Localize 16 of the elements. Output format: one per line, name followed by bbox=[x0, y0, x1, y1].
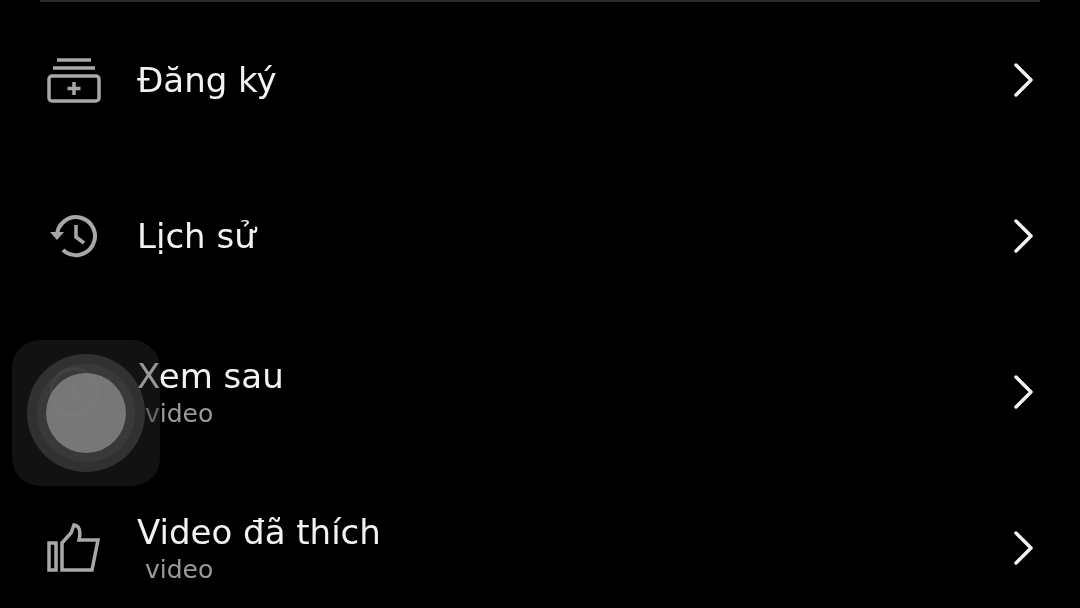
chevron-right-icon bbox=[1012, 62, 1036, 98]
chevron-right-icon bbox=[1012, 530, 1036, 566]
chevron-right-icon bbox=[1012, 218, 1036, 254]
subscriptions-icon bbox=[47, 57, 101, 103]
menu-item[interactable]: Video đã thích video bbox=[0, 470, 1080, 608]
menu-item-title: Video đã thích bbox=[137, 511, 381, 554]
menu-item-title: Đăng ký bbox=[137, 59, 277, 102]
menu-item-title: Xem sau bbox=[137, 355, 284, 398]
menu-item-subtitle: video bbox=[145, 398, 214, 430]
menu-item[interactable]: Lịch sử bbox=[0, 158, 1080, 314]
menu-item-subtitle: video bbox=[145, 554, 214, 586]
thumbs-up-icon bbox=[47, 523, 101, 573]
menu-item[interactable]: Đăng ký bbox=[0, 2, 1080, 158]
chevron-right-icon bbox=[1012, 374, 1036, 410]
history-icon bbox=[48, 212, 100, 260]
menu-item-title: Lịch sử bbox=[137, 215, 256, 258]
